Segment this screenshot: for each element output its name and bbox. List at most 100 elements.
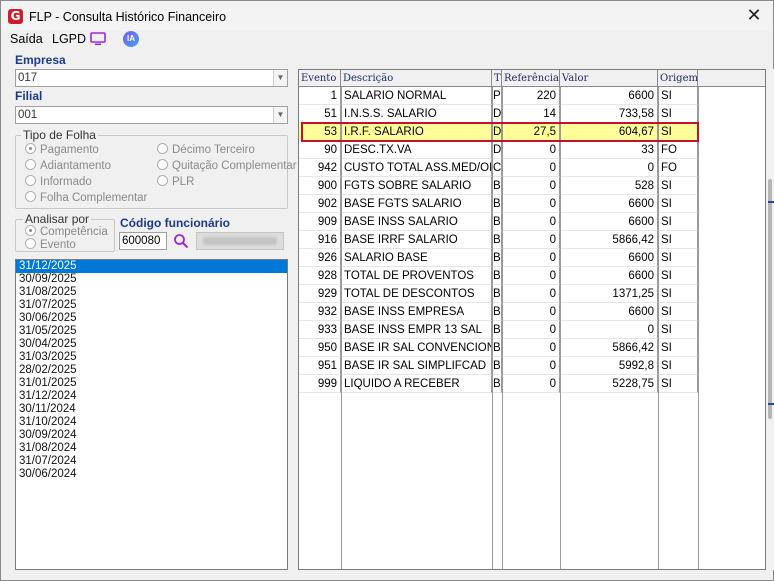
grid-body: 1 SALARIO NORMAL P 220 6600 SI 51 I.N.S.S. SALA… [299,87,765,393]
list-item[interactable]: 31/08/2024 [16,442,287,455]
list-item[interactable]: 31/01/2025 [16,377,287,390]
cell-valor: 528 [560,177,658,195]
menu-lgpd[interactable]: LGPD [52,32,86,46]
radio-selected-icon [25,225,36,236]
column-divider [502,87,503,569]
cell-valor: 604,67 [560,123,658,141]
cell-referencia: 220 [502,87,560,105]
radio-competencia[interactable]: Competência [25,225,108,238]
cell-origem: SI [658,177,698,195]
list-item[interactable]: 31/07/2025 [16,299,287,312]
radio-informado[interactable]: Informado [25,175,92,188]
list-item[interactable]: 30/06/2024 [16,468,287,481]
radio-pagamento[interactable]: Pagamento [25,143,99,156]
analisar-por-title: Analisar por [23,212,92,226]
header-origem[interactable]: Origem [658,70,698,87]
cell-descricao: BASE INSS EMPR 13 SAL [341,321,492,339]
close-button[interactable]: ✕ [741,4,767,28]
cell-origem: FO [658,159,698,177]
radio-adiantamento[interactable]: Adiantamento [25,159,111,172]
header-referencia[interactable]: Referência [502,70,560,87]
list-item[interactable]: 31/10/2024 [16,416,287,429]
radio-quitacao-complementar[interactable]: Quitação Complementar [157,159,297,172]
list-item[interactable]: 30/06/2025 [16,312,287,325]
cell-origem: SI [658,123,698,141]
cell-referencia: 0 [502,141,560,159]
table-row[interactable]: 1 SALARIO NORMAL P 220 6600 SI [299,87,765,105]
cell-origem: SI [658,213,698,231]
table-row[interactable]: 951 BASE IR SAL SIMPLIFCAD B 0 5992,8 SI [299,357,765,375]
list-item[interactable]: 28/02/2025 [16,364,287,377]
table-row[interactable]: 999 LIQUIDO A RECEBER B 0 5228,75 SI [299,375,765,393]
scrollbar-thumb[interactable] [768,179,772,419]
search-icon[interactable] [173,233,189,249]
monitor-icon[interactable] [90,32,106,46]
table-row[interactable]: 928 TOTAL DE PROVENTOS B 0 6600 SI [299,267,765,285]
cell-descricao: BASE IR SAL SIMPLIFCAD [341,357,492,375]
table-row[interactable]: 916 BASE IRRF SALARIO B 0 5866,42 SI [299,231,765,249]
table-row[interactable]: 926 SALARIO BASE B 0 6600 SI [299,249,765,267]
list-item[interactable]: 31/07/2024 [16,455,287,468]
codigo-funcionario-input[interactable]: 600080 [119,232,167,250]
list-item[interactable]: 31/12/2024 [16,390,287,403]
cell-t: B [492,303,502,321]
cell-referencia: 0 [502,321,560,339]
filial-select[interactable]: 001 ▼ [15,106,288,124]
table-row[interactable]: 90 DESC.TX.VA D 0 33 FO [299,141,765,159]
table-row[interactable]: 932 BASE INSS EMPRESA B 0 6600 SI [299,303,765,321]
competencia-list[interactable]: 31/12/2025 30/09/2025 31/08/2025 31/07/2025… [15,259,288,570]
table-row[interactable]: 909 BASE INSS SALARIO B 0 6600 SI [299,213,765,231]
header-evento[interactable]: Evento [299,70,341,87]
cell-valor: 5992,8 [560,357,658,375]
cell-t: P [492,87,502,105]
table-row[interactable]: 900 FGTS SOBRE SALARIO B 0 528 SI [299,177,765,195]
list-item[interactable]: 31/12/2025 [16,260,287,273]
header-t[interactable]: T [492,70,502,87]
table-row[interactable]: 950 BASE IR SAL CONVENCION B 0 5866,42 SI [299,339,765,357]
list-item[interactable]: 30/09/2024 [16,429,287,442]
cell-referencia: 0 [502,285,560,303]
chevron-down-icon[interactable]: ▼ [273,107,287,123]
cell-t: D [492,105,502,123]
list-item[interactable]: 30/11/2024 [16,403,287,416]
table-row[interactable]: 51 I.N.S.S. SALARIO D 14 733,58 SI [299,105,765,123]
cell-origem: SI [658,321,698,339]
cell-evento: 90 [299,141,341,159]
cell-evento: 926 [299,249,341,267]
cell-origem: SI [658,375,698,393]
ia-icon[interactable]: IA [123,31,139,47]
cell-referencia: 0 [502,339,560,357]
header-valor[interactable]: Valor [560,70,658,87]
radio-decimo-terceiro[interactable]: Décimo Terceiro [157,143,255,156]
table-row[interactable]: 942 CUSTO TOTAL ASS.MED/OD C 0 0 FO [299,159,765,177]
list-item[interactable]: 30/04/2025 [16,338,287,351]
table-row[interactable]: 933 BASE INSS EMPR 13 SAL B 0 0 SI [299,321,765,339]
cell-t: B [492,231,502,249]
radio-evento[interactable]: Evento [25,238,76,251]
list-item[interactable]: 31/03/2025 [16,351,287,364]
cell-origem: SI [658,285,698,303]
empresa-select[interactable]: 017 ▼ [15,69,288,87]
table-row[interactable]: 902 BASE FGTS SALARIO B 0 6600 SI [299,195,765,213]
menu-bar: Saída LGPD IA [1,30,773,50]
list-item[interactable]: 30/09/2025 [16,273,287,286]
events-grid[interactable]: Evento Descrição T Referência Valor Orig… [298,69,766,570]
list-item[interactable]: 31/05/2025 [16,325,287,338]
menu-saida[interactable]: Saída [10,32,43,46]
cell-t: B [492,357,502,375]
table-row[interactable]: 929 TOTAL DE DESCONTOS B 0 1371,25 SI [299,285,765,303]
cell-referencia: 0 [502,375,560,393]
chevron-down-icon[interactable]: ▼ [273,70,287,86]
radio-plr[interactable]: PLR [157,175,194,188]
radio-icon [25,175,36,186]
radio-folha-complementar[interactable]: Folha Complementar [25,191,147,204]
cell-valor: 6600 [560,87,658,105]
list-item[interactable]: 31/08/2025 [16,286,287,299]
cell-evento: 929 [299,285,341,303]
cell-referencia: 14 [502,105,560,123]
cell-evento: 928 [299,267,341,285]
header-descricao[interactable]: Descrição [341,70,492,87]
cell-evento: 999 [299,375,341,393]
table-row[interactable]: 53 I.R.F. SALARIO D 27,5 604,67 SI [299,123,765,141]
cell-evento: 1 [299,87,341,105]
